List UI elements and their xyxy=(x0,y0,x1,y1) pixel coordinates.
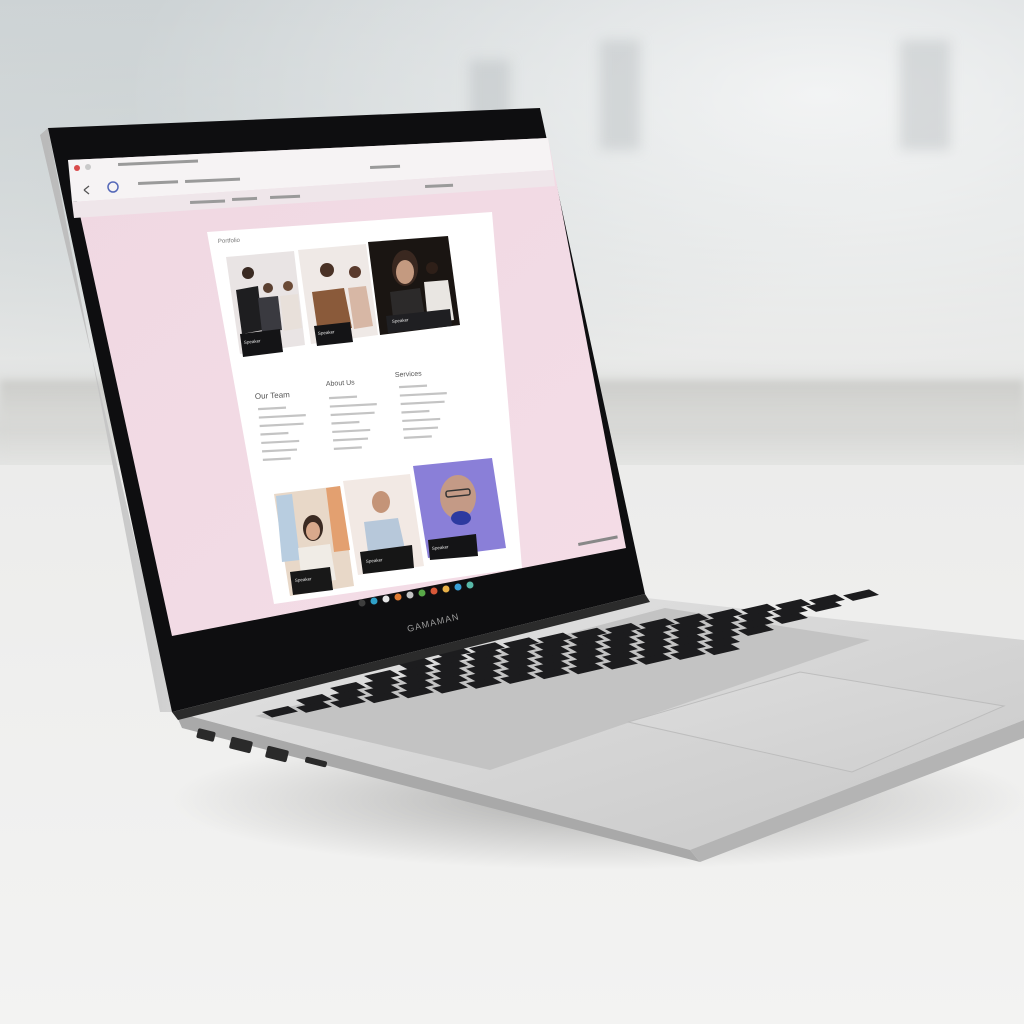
app-icon xyxy=(394,593,402,601)
app-icon xyxy=(430,587,438,595)
close-dot-icon xyxy=(74,165,80,171)
app-icon xyxy=(442,585,450,593)
app-icon xyxy=(382,595,390,603)
keyboard-key xyxy=(843,589,879,601)
app-icon xyxy=(466,581,474,589)
page-card-heading: Portfolio xyxy=(218,238,241,245)
app-icon xyxy=(454,583,462,591)
section-title: Services xyxy=(395,371,423,379)
app-icon xyxy=(418,589,426,597)
section-title: Our Team xyxy=(255,390,291,401)
laptop-illustration: Portfolio Our Team About Us Services Spe… xyxy=(40,108,1024,870)
app-icon xyxy=(370,597,378,605)
app-icon xyxy=(358,599,366,607)
app-icon xyxy=(406,591,414,599)
photo-scene: Portfolio Our Team About Us Services Spe… xyxy=(0,0,1024,1024)
